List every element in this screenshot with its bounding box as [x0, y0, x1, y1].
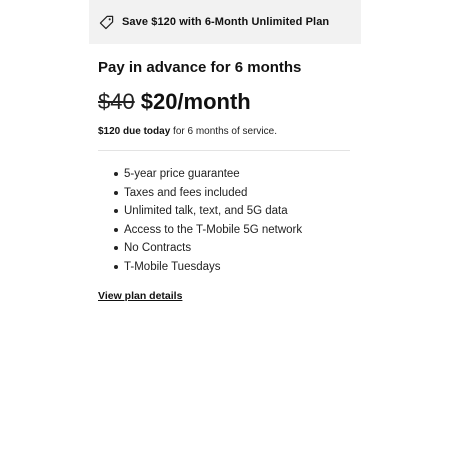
plan-title: Pay in advance for 6 months	[98, 59, 302, 76]
bullet-icon	[114, 172, 118, 176]
feature-item: T-Mobile Tuesdays	[114, 258, 361, 277]
bullet-icon	[114, 264, 118, 269]
feature-label: 5-year price guarantee	[124, 168, 240, 180]
plan-card: Save $120 with 6-Month Unlimited Plan Pa…	[89, 0, 361, 304]
feature-list: 5-year price guarantee Taxes and fees in…	[98, 165, 361, 276]
bullet-icon	[114, 227, 118, 232]
feature-label: Access to the T-Mobile 5G network	[124, 223, 303, 236]
bullet-icon	[114, 246, 118, 250]
feature-item: 5-year price guarantee	[114, 165, 361, 184]
due-today-text: $120 due today for 6 months of service.	[98, 126, 361, 137]
price-row: $40 $20/month	[98, 89, 361, 117]
feature-item: Access to the T-Mobile 5G network	[114, 221, 361, 240]
feature-label: Unlimited talk, text, and 5G data	[124, 205, 288, 217]
old-price: $40	[98, 89, 135, 114]
feature-label: T-Mobile Tuesdays	[124, 260, 221, 273]
feature-label: No Contracts	[124, 242, 192, 254]
due-amount: $120 due today	[98, 126, 171, 137]
divider	[98, 150, 350, 151]
new-price: $20/month	[140, 89, 251, 114]
due-suffix: for 6 months of service.	[170, 126, 277, 137]
feature-label: Taxes and fees included	[124, 186, 248, 199]
bullet-icon	[114, 209, 118, 213]
promo-banner: Save $120 with 6-Month Unlimited Plan	[89, 0, 361, 44]
view-plan-details-link[interactable]: View plan details	[98, 290, 182, 302]
promo-text: Save $120 with 6-Month Unlimited Plan	[122, 16, 330, 28]
plan-content: Pay in advance for 6 months $40 $20/mont…	[89, 59, 361, 304]
bullet-icon	[114, 190, 118, 195]
feature-item: Taxes and fees included	[114, 184, 361, 203]
feature-item: No Contracts	[114, 239, 361, 258]
tag-icon	[99, 15, 114, 30]
feature-item: Unlimited talk, text, and 5G data	[114, 202, 361, 221]
